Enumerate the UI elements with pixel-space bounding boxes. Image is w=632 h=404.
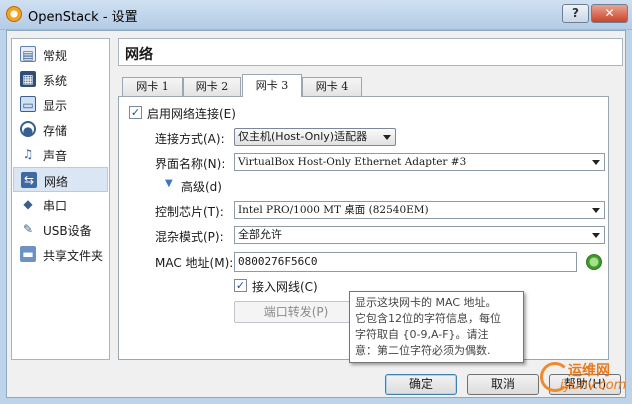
port-forwarding-button[interactable]: 端口转发(P) [234,301,358,323]
adapter-name-select[interactable]: VirtualBox Host-Only Ethernet Adapter #3 [234,153,605,171]
sidebar-item-general[interactable]: ▤ 常规 [13,42,108,67]
sidebar-item-network[interactable]: ⇆ 网络 [13,167,108,192]
sidebar-item-storage[interactable]: ● 存储 [13,117,108,142]
chevron-down-icon [592,208,600,213]
attached-to-label: 连接方式(A): [155,132,225,146]
tab-adapter-4[interactable]: 网卡 4 [302,77,362,96]
display-icon: ▭ [20,96,36,112]
attached-to-select[interactable]: 仅主机(Host-Only)适配器 [234,128,396,146]
enable-adapter-label: 启用网络连接(E) [147,107,236,121]
refresh-icon[interactable] [586,254,602,270]
mac-address-label: MAC 地址(M): [155,256,234,270]
sidebar-item-serial-port[interactable]: ◆ 串口 [13,192,108,217]
chevron-down-icon [383,135,391,140]
promiscuous-mode-select[interactable]: 全部允许 [234,226,605,244]
page-title: 网络 [125,47,153,63]
triangle-down-icon[interactable]: ▼ [165,178,173,189]
cable-connected-label: 接入网线(C) [252,280,318,294]
promiscuous-mode-label: 混杂模式(P): [155,230,224,244]
network-icon: ⇆ [21,172,37,188]
adapter-name-label: 界面名称(N): [155,157,226,171]
sidebar-item-usb[interactable]: ✎ USB设备 [13,217,108,242]
advanced-toggle[interactable]: 高级(d) [181,178,222,195]
storage-icon: ● [20,121,36,138]
cancel-button[interactable]: 取消 [467,374,539,395]
tab-adapter-2[interactable]: 网卡 2 [183,77,241,96]
ok-button[interactable]: 确定 [385,374,457,395]
tab-adapter-3[interactable]: 网卡 3 [242,74,302,97]
system-icon: ▦ [20,71,36,87]
cable-connected-checkbox[interactable]: ✓ [234,279,247,292]
help-title-button[interactable]: ? [562,4,589,23]
watermark-logo: 运维网 iyunv.com [540,358,628,400]
adapter-type-select[interactable]: Intel PRO/1000 MT 桌面 (82540EM) [234,201,605,219]
chevron-down-icon [592,160,600,165]
title-bar: OpenStack - 设置 ? ✕ [0,0,632,30]
chevron-down-icon [592,233,600,238]
usb-icon: ✎ [22,222,34,236]
dialog-body: ▤ 常规 ▦ 系统 ▭ 显示 ● 存储 ♫ 声音 ⇆ 网络 ◆ 串口 ✎ USB [6,30,626,398]
mac-address-input[interactable]: 0800276F56C0 [234,252,577,272]
enable-adapter-checkbox[interactable]: ✓ [129,106,142,119]
tab-adapter-1[interactable]: 网卡 1 [122,77,183,96]
sidebar-item-display[interactable]: ▭ 显示 [13,92,108,117]
close-button[interactable]: ✕ [591,4,628,23]
general-icon: ▤ [20,46,36,62]
sidebar-item-shared-folders[interactable]: ▬ 共享文件夹 [13,242,108,267]
page-header: 网络 [118,38,623,66]
mac-address-tooltip: 显示这块网卡的 MAC 地址。 它包含12位的字符信息，每位 字符取自 {0-9… [349,291,524,363]
serial-port-icon: ◆ [23,197,33,211]
gear-icon [6,6,22,22]
audio-icon: ♫ [22,147,34,161]
shared-folder-icon: ▬ [20,246,36,262]
sidebar-item-audio[interactable]: ♫ 声音 [13,142,108,167]
window-title: OpenStack - 设置 [28,10,138,25]
sidebar-item-system[interactable]: ▦ 系统 [13,67,108,92]
settings-sidebar: ▤ 常规 ▦ 系统 ▭ 显示 ● 存储 ♫ 声音 ⇆ 网络 ◆ 串口 ✎ USB [11,38,110,360]
adapter-type-label: 控制芯片(T): [155,205,224,219]
